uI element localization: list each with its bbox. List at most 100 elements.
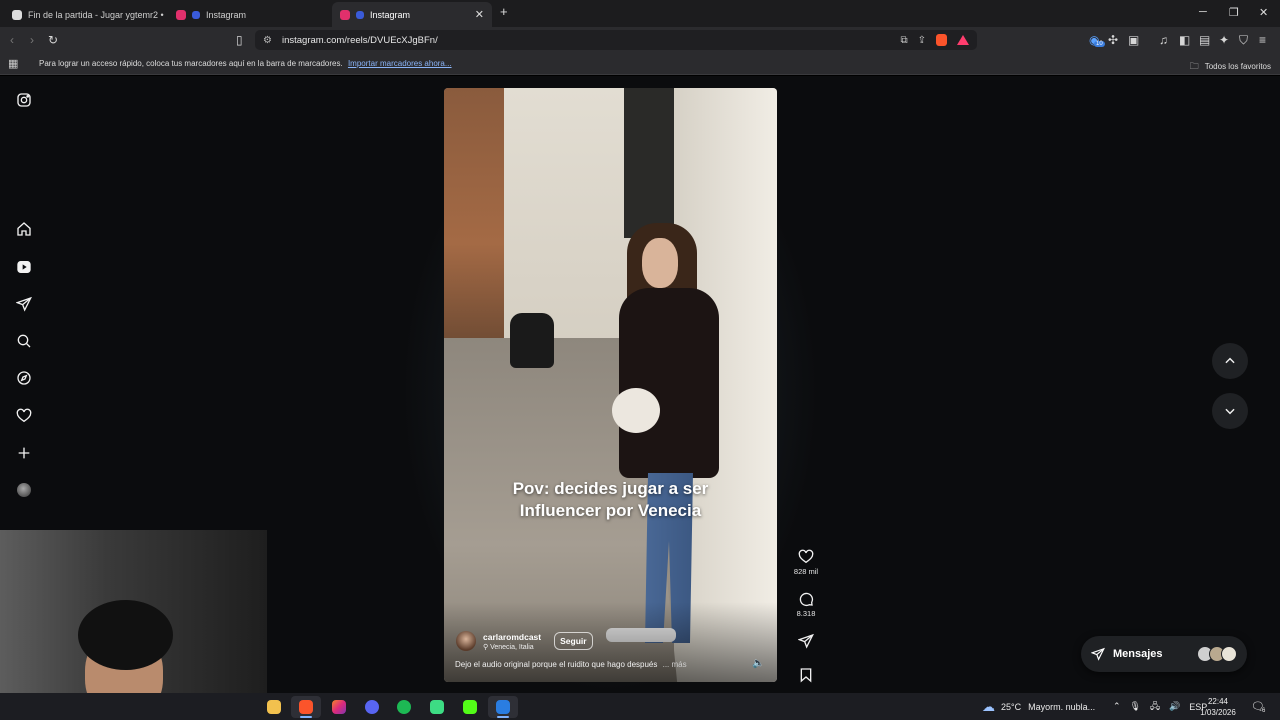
follow-button[interactable]: Seguir [554,632,593,650]
tab-fin-de-la-partida[interactable]: Fin de la partida - Jugar ygtemr2 • li [4,2,164,27]
apps-grid-icon[interactable]: ▦ [8,57,18,70]
author-username[interactable]: carlaromdcast [483,632,541,642]
chevron-up-icon[interactable]: ⌃ [1113,701,1121,712]
video-scene-door [624,88,679,238]
next-reel-button[interactable] [1212,393,1248,429]
share-action[interactable] [798,633,814,649]
screenshot-icon[interactable]: ▣ [1128,32,1139,48]
remote-app[interactable] [488,696,518,718]
chevron-up-icon [1225,357,1235,364]
back-icon[interactable]: ‹ [10,32,14,48]
video-scene-trash-bags [510,313,554,368]
send-icon[interactable] [14,294,34,314]
new-tab-button[interactable]: + [500,4,508,19]
bookmark-icon[interactable]: ▯ [236,32,243,48]
reel-description[interactable]: Dejo el audio original porque el ruidito… [455,660,687,669]
location-text: Venecia, Italia [490,643,534,651]
sidebar-icon[interactable]: ◧ [1179,32,1190,48]
file-explorer-app[interactable] [259,696,289,718]
minimize-icon[interactable]: ─ [1199,6,1207,18]
folder-icon [267,700,281,714]
webcam-person-hair [78,600,173,670]
author-location[interactable]: ⚲ Venecia, Italia [483,643,541,651]
close-window-icon[interactable]: ✕ [1259,6,1268,19]
author-avatar[interactable] [456,631,476,651]
search-icon[interactable] [14,331,34,351]
notification-center[interactable]: 🗨 6 [1251,693,1265,720]
like-action[interactable]: 828 mil [794,549,818,576]
speaker-icon[interactable]: 🔊 [1169,701,1180,712]
forward-icon[interactable]: › [30,32,34,48]
site-settings-icon[interactable]: ⚙ [263,35,272,46]
all-favorites-folder[interactable]: 🗀 Todos los favoritos [1190,59,1271,75]
address-bar[interactable]: ⚙ instagram.com/reels/DVUEcXJgBFn/ ⧉ ⇪ [255,30,977,50]
media-icon[interactable]: ♫ [1159,32,1168,48]
reels-icon[interactable] [14,257,34,277]
description-text: Dejo el audio original porque el ruidito… [455,660,658,669]
tab-close-icon[interactable]: ✕ [475,8,484,21]
kick-app[interactable] [455,696,485,718]
reel-video[interactable]: Pov: decides jugar a ser Influencer por … [444,88,777,682]
video-person-bag [612,388,660,433]
brave-app[interactable] [291,696,321,718]
more-link[interactable]: ... más [663,660,687,669]
overlay-line-2: Influencer por Venecia [519,501,702,520]
tab-instagram-1[interactable]: Instagram [168,2,328,27]
url-text: instagram.com/reels/DVUEcXJgBFn/ [281,34,438,46]
wallet-icon[interactable]: ▤ [1199,32,1210,48]
tab-instagram-active[interactable]: Instagram ✕ [332,2,492,27]
messages-avatars [1197,646,1237,662]
weather-temp: 25°C [1001,701,1022,712]
leo-ai-icon[interactable]: ✦ [1219,32,1229,48]
brave-shields-icon[interactable] [936,34,947,46]
remote-desktop-icon [496,700,510,714]
save-bookmark-icon [800,668,812,683]
extension-badge-count: 10 [1094,41,1105,47]
video-person-face [642,238,678,288]
clock[interactable]: 22:44 1/03/2026 [1196,696,1240,718]
brave-rewards-icon[interactable] [957,35,969,45]
create-icon[interactable] [14,443,34,463]
instagram-app[interactable] [324,696,354,718]
clock-time: 22:44 [1207,697,1229,706]
explore-icon[interactable] [14,368,34,388]
open-external-icon[interactable]: ⧉ [900,35,907,46]
heart-icon[interactable] [14,406,34,426]
folder-icon: 🗀 [1189,61,1199,71]
microphone-icon[interactable]: 🎙 [1130,701,1141,712]
restore-icon[interactable]: ❐ [1229,6,1239,19]
home-icon[interactable] [14,219,34,239]
volume-icon[interactable]: 🔈 [752,658,764,669]
comment-action[interactable]: 8.318 [796,591,816,618]
reel-overlay-text: Pov: decides jugar a ser Influencer por … [444,478,777,522]
overlay-line-1: Pov: decides jugar a ser [512,479,709,498]
previous-reel-button[interactable] [1212,343,1248,379]
spotify-app[interactable] [389,696,419,718]
instagram-logo-icon[interactable] [14,90,34,110]
network-icon[interactable]: 🖧 [1150,699,1160,715]
menu-icon[interactable]: ≡ [1259,32,1266,48]
extensions-icon[interactable]: ✣ [1108,32,1118,48]
like-heart-icon [798,549,814,564]
avatar [17,483,31,497]
webcam-overlay [0,530,267,720]
instagram-favicon-icon [176,9,186,20]
browser-toolbar: ‹ › ↻ ▯ ⚙ instagram.com/reels/DVUEcXJgBF… [0,27,1280,53]
discord-app[interactable] [357,696,387,718]
android-icon [430,700,444,714]
share-icon[interactable]: ⇪ [918,35,926,46]
vpn-shield-icon[interactable]: ⛉ [1239,32,1248,48]
messages-button[interactable]: Mensajes [1081,636,1247,672]
clock-date: 1/03/2026 [1200,708,1236,717]
comments-count: 8.318 [796,609,816,618]
share-send-icon [798,633,814,649]
video-scene-brick-wall [444,88,504,348]
weather-widget[interactable]: ☁ 25°C Mayorm. nubla... [982,693,1095,720]
reload-icon[interactable]: ↻ [48,32,58,48]
import-bookmarks-link[interactable]: Importar marcadores ahora... [348,59,452,68]
android-emulator-app[interactable] [422,696,452,718]
profile-avatar[interactable] [14,480,34,500]
save-action[interactable] [798,667,814,683]
bookmarks-bar: ▦ Para lograr un acceso rápido, coloca t… [0,53,1280,75]
avatar [1221,646,1237,662]
